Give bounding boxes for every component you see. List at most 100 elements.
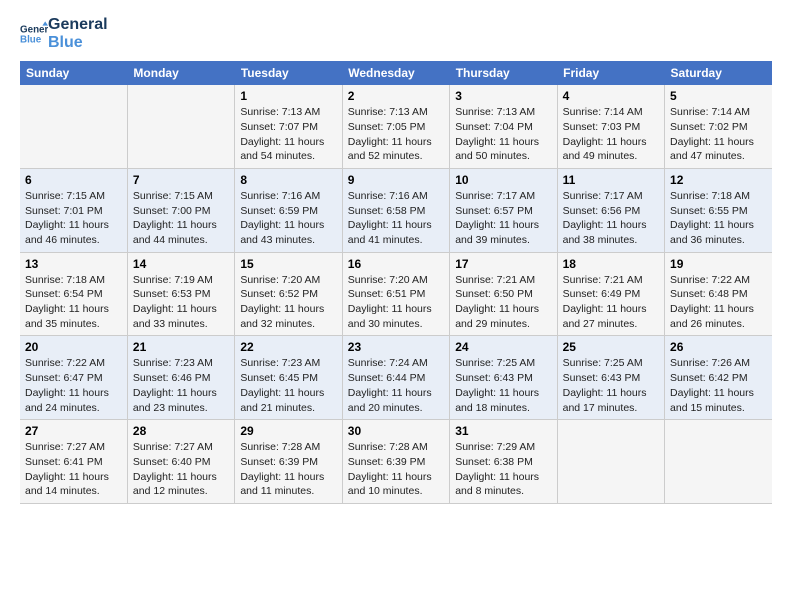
day-info: Sunrise: 7:13 AM Sunset: 7:05 PM Dayligh…	[348, 105, 444, 164]
day-number: 5	[670, 89, 767, 103]
day-info: Sunrise: 7:16 AM Sunset: 6:59 PM Dayligh…	[240, 189, 336, 248]
header-day: Saturday	[665, 61, 772, 85]
day-number: 15	[240, 257, 336, 271]
calendar-cell	[665, 420, 772, 504]
logo-icon: General Blue	[20, 20, 48, 48]
day-info: Sunrise: 7:25 AM Sunset: 6:43 PM Dayligh…	[563, 356, 659, 415]
day-number: 29	[240, 424, 336, 438]
day-number: 17	[455, 257, 551, 271]
logo-general: General	[48, 16, 108, 34]
header-day: Sunday	[20, 61, 127, 85]
calendar-cell: 24 Sunrise: 7:25 AM Sunset: 6:43 PM Dayli…	[450, 336, 557, 420]
logo: General Blue General Blue	[20, 16, 108, 51]
day-info: Sunrise: 7:17 AM Sunset: 6:57 PM Dayligh…	[455, 189, 551, 248]
day-number: 13	[25, 257, 122, 271]
calendar-week-row: 1 Sunrise: 7:13 AM Sunset: 7:07 PM Daylig…	[20, 85, 772, 168]
calendar-cell	[20, 85, 127, 168]
day-info: Sunrise: 7:21 AM Sunset: 6:49 PM Dayligh…	[563, 273, 659, 332]
day-info: Sunrise: 7:28 AM Sunset: 6:39 PM Dayligh…	[240, 440, 336, 499]
calendar-cell: 9 Sunrise: 7:16 AM Sunset: 6:58 PM Daylig…	[342, 168, 449, 252]
day-number: 12	[670, 173, 767, 187]
day-number: 21	[133, 340, 229, 354]
day-number: 10	[455, 173, 551, 187]
calendar-cell: 27 Sunrise: 7:27 AM Sunset: 6:41 PM Dayli…	[20, 420, 127, 504]
calendar-cell: 22Sunrise: 7:23 AM Sunset: 6:45 PM Dayli…	[235, 336, 342, 420]
day-info: Sunrise: 7:26 AM Sunset: 6:42 PM Dayligh…	[670, 356, 767, 415]
day-info: Sunrise: 7:14 AM Sunset: 7:03 PM Dayligh…	[563, 105, 659, 164]
day-info: Sunrise: 7:21 AM Sunset: 6:50 PM Dayligh…	[455, 273, 551, 332]
calendar-cell: 1 Sunrise: 7:13 AM Sunset: 7:07 PM Daylig…	[235, 85, 342, 168]
day-number: 27	[25, 424, 122, 438]
day-info: Sunrise: 7:13 AM Sunset: 7:07 PM Dayligh…	[240, 105, 336, 164]
day-info: Sunrise: 7:25 AM Sunset: 6:43 PM Dayligh…	[455, 356, 551, 415]
header-row: SundayMondayTuesdayWednesdayThursdayFrid…	[20, 61, 772, 85]
day-info: Sunrise: 7:19 AM Sunset: 6:53 PM Dayligh…	[133, 273, 229, 332]
day-info: Sunrise: 7:18 AM Sunset: 6:54 PM Dayligh…	[25, 273, 122, 332]
calendar-cell: 16Sunrise: 7:20 AM Sunset: 6:51 PM Dayli…	[342, 252, 449, 336]
day-info: Sunrise: 7:14 AM Sunset: 7:02 PM Dayligh…	[670, 105, 767, 164]
calendar-cell: 30 Sunrise: 7:28 AM Sunset: 6:39 PM Dayli…	[342, 420, 449, 504]
day-info: Sunrise: 7:22 AM Sunset: 6:47 PM Dayligh…	[25, 356, 122, 415]
day-number: 19	[670, 257, 767, 271]
day-number: 31	[455, 424, 551, 438]
day-info: Sunrise: 7:15 AM Sunset: 7:01 PM Dayligh…	[25, 189, 122, 248]
calendar-cell: 31 Sunrise: 7:29 AM Sunset: 6:38 PM Dayli…	[450, 420, 557, 504]
calendar-cell: 17 Sunrise: 7:21 AM Sunset: 6:50 PM Dayli…	[450, 252, 557, 336]
calendar-cell: 10 Sunrise: 7:17 AM Sunset: 6:57 PM Dayli…	[450, 168, 557, 252]
day-info: Sunrise: 7:20 AM Sunset: 6:52 PM Dayligh…	[240, 273, 336, 332]
day-number: 24	[455, 340, 551, 354]
calendar-cell: 19 Sunrise: 7:22 AM Sunset: 6:48 PM Dayli…	[665, 252, 772, 336]
page: General Blue General Blue SundayMondayTu…	[0, 0, 792, 520]
calendar-week-row: 20Sunrise: 7:22 AM Sunset: 6:47 PM Dayli…	[20, 336, 772, 420]
day-number: 14	[133, 257, 229, 271]
day-number: 16	[348, 257, 444, 271]
day-info: Sunrise: 7:15 AM Sunset: 7:00 PM Dayligh…	[133, 189, 229, 248]
calendar-cell: 11 Sunrise: 7:17 AM Sunset: 6:56 PM Dayli…	[557, 168, 664, 252]
day-info: Sunrise: 7:28 AM Sunset: 6:39 PM Dayligh…	[348, 440, 444, 499]
calendar-cell: 12 Sunrise: 7:18 AM Sunset: 6:55 PM Dayli…	[665, 168, 772, 252]
calendar-week-row: 6Sunrise: 7:15 AM Sunset: 7:01 PM Daylig…	[20, 168, 772, 252]
day-info: Sunrise: 7:22 AM Sunset: 6:48 PM Dayligh…	[670, 273, 767, 332]
day-number: 9	[348, 173, 444, 187]
day-number: 7	[133, 173, 229, 187]
day-info: Sunrise: 7:23 AM Sunset: 6:46 PM Dayligh…	[133, 356, 229, 415]
calendar-cell: 28Sunrise: 7:27 AM Sunset: 6:40 PM Dayli…	[127, 420, 234, 504]
day-info: Sunrise: 7:17 AM Sunset: 6:56 PM Dayligh…	[563, 189, 659, 248]
day-number: 22	[240, 340, 336, 354]
logo-blue: Blue	[48, 34, 108, 52]
day-info: Sunrise: 7:29 AM Sunset: 6:38 PM Dayligh…	[455, 440, 551, 499]
calendar-table: SundayMondayTuesdayWednesdayThursdayFrid…	[20, 61, 772, 504]
header: General Blue General Blue	[20, 16, 772, 51]
calendar-cell: 18 Sunrise: 7:21 AM Sunset: 6:49 PM Dayli…	[557, 252, 664, 336]
day-number: 1	[240, 89, 336, 103]
calendar-cell	[127, 85, 234, 168]
calendar-week-row: 27 Sunrise: 7:27 AM Sunset: 6:41 PM Dayli…	[20, 420, 772, 504]
day-info: Sunrise: 7:13 AM Sunset: 7:04 PM Dayligh…	[455, 105, 551, 164]
calendar-cell: 29 Sunrise: 7:28 AM Sunset: 6:39 PM Dayli…	[235, 420, 342, 504]
header-day: Thursday	[450, 61, 557, 85]
header-day: Friday	[557, 61, 664, 85]
day-info: Sunrise: 7:16 AM Sunset: 6:58 PM Dayligh…	[348, 189, 444, 248]
day-number: 2	[348, 89, 444, 103]
calendar-cell: 14 Sunrise: 7:19 AM Sunset: 6:53 PM Dayli…	[127, 252, 234, 336]
header-day: Wednesday	[342, 61, 449, 85]
calendar-cell: 25 Sunrise: 7:25 AM Sunset: 6:43 PM Dayli…	[557, 336, 664, 420]
calendar-cell: 7 Sunrise: 7:15 AM Sunset: 7:00 PM Daylig…	[127, 168, 234, 252]
svg-text:Blue: Blue	[20, 34, 42, 45]
calendar-cell: 4 Sunrise: 7:14 AM Sunset: 7:03 PM Daylig…	[557, 85, 664, 168]
calendar-cell: 21 Sunrise: 7:23 AM Sunset: 6:46 PM Dayli…	[127, 336, 234, 420]
day-info: Sunrise: 7:24 AM Sunset: 6:44 PM Dayligh…	[348, 356, 444, 415]
day-number: 3	[455, 89, 551, 103]
calendar-cell: 20Sunrise: 7:22 AM Sunset: 6:47 PM Dayli…	[20, 336, 127, 420]
day-number: 4	[563, 89, 659, 103]
calendar-cell: 26Sunrise: 7:26 AM Sunset: 6:42 PM Dayli…	[665, 336, 772, 420]
day-number: 25	[563, 340, 659, 354]
day-number: 8	[240, 173, 336, 187]
day-info: Sunrise: 7:27 AM Sunset: 6:41 PM Dayligh…	[25, 440, 122, 499]
day-info: Sunrise: 7:18 AM Sunset: 6:55 PM Dayligh…	[670, 189, 767, 248]
day-number: 30	[348, 424, 444, 438]
day-number: 11	[563, 173, 659, 187]
calendar-cell: 13 Sunrise: 7:18 AM Sunset: 6:54 PM Dayli…	[20, 252, 127, 336]
calendar-cell: 5 Sunrise: 7:14 AM Sunset: 7:02 PM Daylig…	[665, 85, 772, 168]
day-number: 18	[563, 257, 659, 271]
